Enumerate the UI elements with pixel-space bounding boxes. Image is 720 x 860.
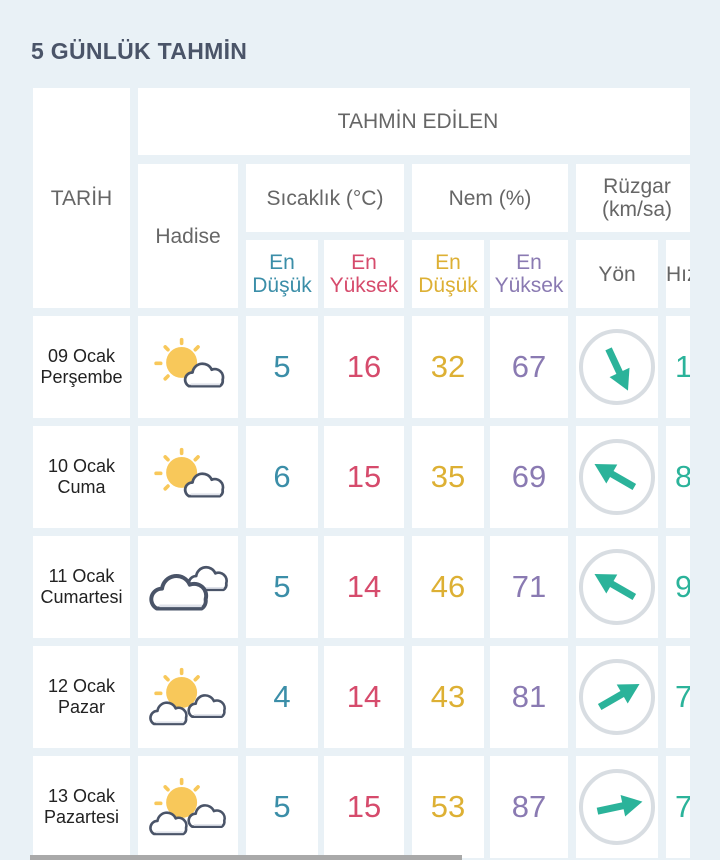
weather-cell (138, 756, 238, 858)
header-hiz: Hız (666, 240, 690, 308)
humidity-low: 35 (412, 426, 484, 528)
date-cell: 10 Ocak Cuma (33, 426, 130, 528)
temp-high: 16 (324, 316, 404, 418)
date-day: 12 Ocak (47, 676, 116, 696)
weather-cell (138, 536, 238, 638)
weather-cell (138, 316, 238, 418)
sun-clouds-icon (149, 667, 226, 726)
temp-high: 15 (324, 426, 404, 528)
date-weekday: Cuma (57, 477, 106, 497)
horizontal-scrollbar[interactable] (30, 855, 462, 860)
humidity-low: 32 (412, 316, 484, 418)
wind-direction-cell (576, 316, 658, 418)
humidity-high: 69 (490, 426, 568, 528)
date-weekday: Pazar (57, 697, 105, 717)
wind-direction-icon (579, 329, 655, 405)
wind-speed: 9 (666, 536, 690, 638)
sun-clouds-icon (149, 777, 226, 836)
header-tahmin-edilen: TAHMİN EDİLEN (138, 88, 690, 155)
temp-high: 15 (324, 756, 404, 858)
partly-cloudy-icon (154, 447, 225, 498)
wind-direction-icon (579, 769, 655, 845)
cloudy-icon (149, 566, 228, 611)
date-day: 13 Ocak (47, 786, 116, 806)
partly-cloudy-icon (154, 337, 225, 388)
wind-direction-icon (579, 549, 655, 625)
humidity-high: 87 (490, 756, 568, 858)
date-cell: 13 Ocak Pazartesi (33, 756, 130, 858)
humidity-high: 81 (490, 646, 568, 748)
wind-direction-cell (576, 426, 658, 528)
wind-speed: 8 (666, 426, 690, 528)
temp-low: 5 (246, 756, 318, 858)
wind-direction-icon (579, 659, 655, 735)
date-day: 10 Ocak (47, 456, 116, 476)
wind-speed: 11 (666, 316, 690, 418)
weather-cell (138, 426, 238, 528)
humidity-high: 67 (490, 316, 568, 418)
header-ruzgar: Rüzgar (km/sa) (576, 164, 690, 232)
humidity-low: 46 (412, 536, 484, 638)
header-sicaklik: Sıcaklık (°C) (246, 164, 404, 232)
wind-direction-cell (576, 756, 658, 858)
wind-speed: 7 (666, 756, 690, 858)
wind-direction-cell (576, 536, 658, 638)
date-weekday: Perşembe (40, 367, 123, 387)
header-hadise: Hadise (138, 164, 238, 308)
date-cell: 11 Ocak Cumartesi (33, 536, 130, 638)
header-nem: Nem (%) (412, 164, 568, 232)
date-cell: 09 Ocak Perşembe (33, 316, 130, 418)
temp-low: 4 (246, 646, 318, 748)
temp-high: 14 (324, 646, 404, 748)
header-temp-low: En Düşük (246, 240, 318, 308)
temp-high: 14 (324, 536, 404, 638)
date-weekday: Cumartesi (40, 587, 123, 607)
date-weekday: Pazartesi (43, 807, 120, 827)
header-hum-low: En Düşük (412, 240, 484, 308)
date-day: 11 Ocak (48, 566, 115, 586)
temp-low: 5 (246, 536, 318, 638)
forecast-table: TARİH TAHMİN EDİLEN Hadise Sıcaklık (°C)… (0, 0, 690, 860)
date-cell: 12 Ocak Pazar (33, 646, 130, 748)
temp-low: 5 (246, 316, 318, 418)
date-day: 09 Ocak (47, 346, 116, 366)
wind-direction-cell (576, 646, 658, 748)
header-yon: Yön (576, 240, 658, 308)
temp-low: 6 (246, 426, 318, 528)
weather-cell (138, 646, 238, 748)
humidity-low: 43 (412, 646, 484, 748)
wind-direction-icon (579, 439, 655, 515)
humidity-low: 53 (412, 756, 484, 858)
humidity-high: 71 (490, 536, 568, 638)
header-temp-high: En Yüksek (324, 240, 404, 308)
header-hum-high: En Yüksek (490, 240, 568, 308)
wind-speed: 7 (666, 646, 690, 748)
header-tarih: TARİH (33, 88, 130, 308)
